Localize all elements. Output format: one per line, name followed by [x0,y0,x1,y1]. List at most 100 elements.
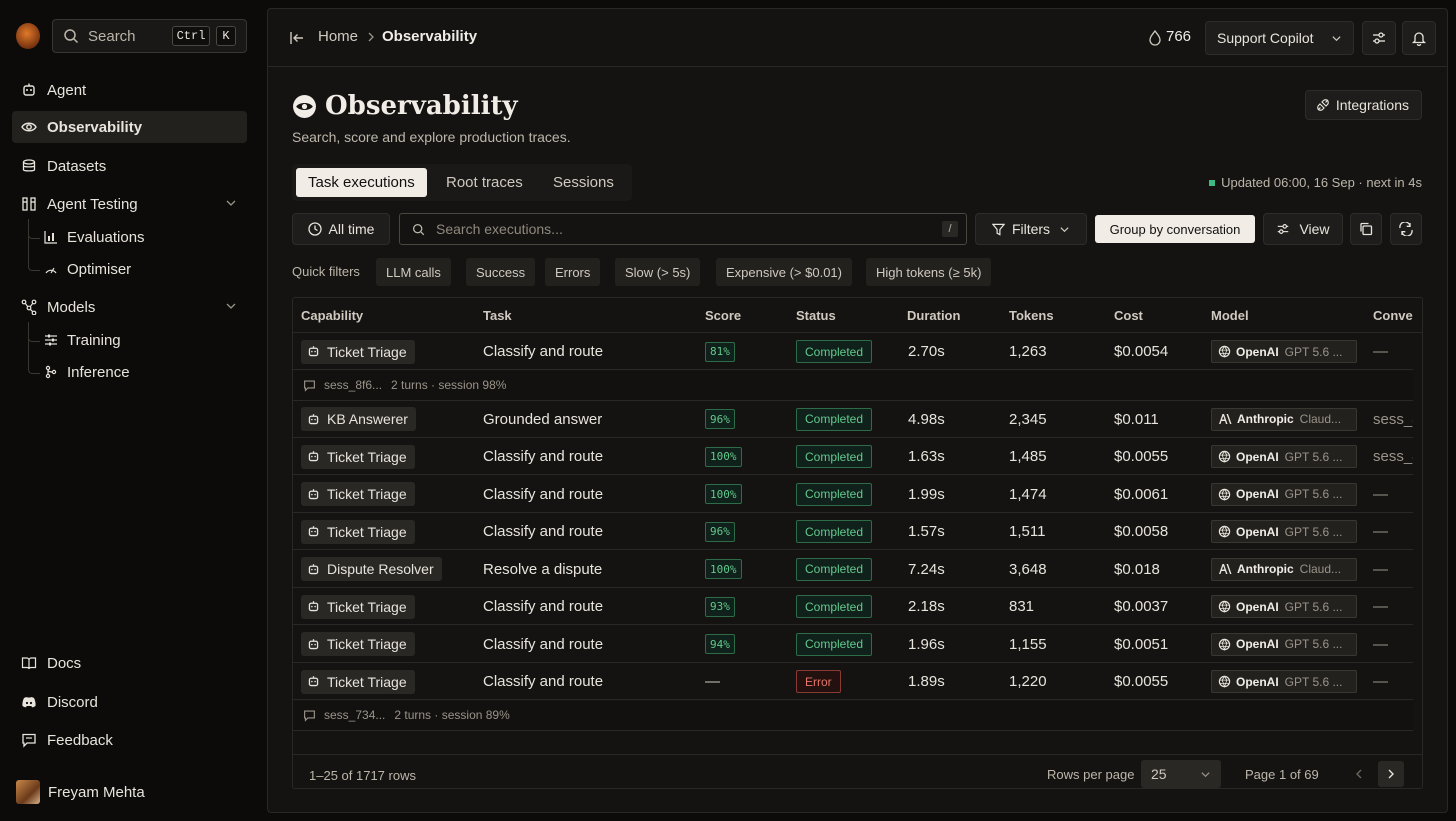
nav-datasets[interactable]: Datasets [12,150,247,182]
table-row[interactable]: Ticket Triage Classify and route 100% Compl… [293,438,1413,475]
table-row[interactable]: Dispute Resolver Resolve a dispute 100% Com… [293,551,1413,588]
sliders-icon [1371,30,1387,46]
capability-tag[interactable]: Ticket Triage [301,632,415,656]
nav-training[interactable]: Training [44,327,121,353]
column-header-tokens[interactable]: Tokens [1009,308,1054,323]
plug-icon [1316,98,1330,112]
table-row[interactable]: Ticket Triage Classify and route 94% Comple… [293,626,1413,663]
nav-models[interactable]: Models [12,291,247,323]
capability-tag[interactable]: KB Answerer [301,407,416,431]
conversation-value: — [1373,673,1388,690]
capability-tag[interactable]: Dispute Resolver [301,557,442,581]
group-by-conversation-toggle[interactable]: Group by conversation [1095,215,1255,243]
nav-docs[interactable]: Docs [12,647,247,679]
nav-models-label: Models [47,298,96,316]
column-header-cost[interactable]: Cost [1114,308,1143,323]
column-header-capability[interactable]: Capability [301,308,363,323]
model-tag[interactable]: OpenAI GPT 5.6 ... [1211,340,1357,363]
tab-root-traces[interactable]: Root traces [434,168,535,197]
refresh-button[interactable] [1390,213,1422,245]
git-merge-icon [44,365,60,379]
model-tag[interactable]: OpenAI GPT 5.6 ... [1211,670,1357,693]
model-tag[interactable]: Anthropic Claud... [1211,407,1357,431]
nav-agent-label: Agent [47,81,87,99]
table-row[interactable]: Ticket Triage Classify and route 96% Comple… [293,513,1413,550]
capability-tag[interactable]: Ticket Triage [301,669,415,694]
table-row[interactable]: Ticket Triage Classify and route — Error 1.8… [293,663,1413,700]
tokens-value: 3,648 [1009,560,1047,578]
tab-sessions[interactable]: Sessions [541,168,626,197]
status-badge: Completed [796,340,873,363]
nav-evaluations[interactable]: Evaluations [44,224,145,250]
settings-button[interactable] [1362,21,1396,55]
capability-name: Ticket Triage [327,673,407,690]
model-name: GPT 5.6 ... [1284,599,1343,614]
column-header-status[interactable]: Status [796,308,836,323]
nav-feedback[interactable]: Feedback [12,724,247,756]
capability-tag[interactable]: Ticket Triage [301,339,415,364]
integrations-button[interactable]: Integrations [1304,90,1422,120]
chevron-down-icon[interactable] [225,300,237,312]
quick-filter-expensive[interactable]: Expensive (> $0.01) [716,258,852,286]
nav-agent[interactable]: Agent [12,74,247,106]
capability-tag[interactable]: Ticket Triage [301,519,415,544]
quick-filter-high-tokens[interactable]: High tokens (≥ 5k) [866,258,992,286]
avatar [16,780,40,804]
nav-optimiser[interactable]: Optimiser [44,256,131,282]
nav-observability[interactable]: Observability [12,111,247,143]
filters-button[interactable]: Filters [975,213,1087,245]
openai-icon [1218,638,1231,651]
model-tag[interactable]: OpenAI GPT 5.6 ... [1211,445,1357,468]
session-group-row[interactable]: sess_734... 2 turns · session 89% [293,700,1413,731]
model-tag[interactable]: Anthropic Claud... [1211,557,1357,581]
table-row[interactable]: KB Answerer Grounded answer 96% Completed 4.… [293,401,1413,438]
model-tag[interactable]: OpenAI GPT 5.6 ... [1211,520,1357,543]
integrations-label: Integrations [1335,97,1409,113]
quick-filter-llm-calls[interactable]: LLM calls [376,258,451,286]
quick-filter-slow[interactable]: Slow (> 5s) [615,258,701,286]
copy-button[interactable] [1350,213,1382,245]
table-row[interactable]: Ticket Triage Classify and route 93% Comple… [293,588,1413,625]
global-search[interactable]: Search Ctrl K [52,19,247,53]
quick-filter-errors[interactable]: Errors [545,258,601,286]
table-row[interactable]: Ticket Triage Classify and route 81% Comple… [293,333,1413,370]
app-logo[interactable] [16,23,40,49]
capability-tag[interactable]: Ticket Triage [301,594,415,619]
chevron-left-icon [1354,769,1364,779]
previous-page-button[interactable] [1346,761,1372,787]
model-tag[interactable]: OpenAI GPT 5.6 ... [1211,595,1357,618]
session-group-row[interactable]: sess_8f6... 2 turns · session 98% [293,370,1413,401]
robot-icon [307,345,320,358]
nav-agent-testing[interactable]: Agent Testing [12,188,247,220]
column-header-score[interactable]: Score [705,308,741,323]
column-header-model[interactable]: Model [1211,308,1249,323]
model-name: GPT 5.6 ... [1284,524,1343,539]
collapse-sidebar-icon[interactable] [289,30,305,46]
chevron-down-icon[interactable] [225,197,237,209]
table-row[interactable]: Ticket Triage Classify and route 100% Compl… [293,476,1413,513]
capability-name: KB Answerer [327,411,408,427]
user-profile[interactable]: Freyam Mehta [16,780,145,804]
capability-tag[interactable]: Ticket Triage [301,482,415,506]
rows-per-page-select[interactable]: 25 [1141,760,1221,788]
model-tag[interactable]: OpenAI GPT 5.6 ... [1211,482,1357,506]
column-header-conversation[interactable]: Conver [1373,308,1413,323]
next-page-button[interactable] [1378,761,1404,787]
quick-filter-success[interactable]: Success [466,258,536,286]
model-tag[interactable]: OpenAI GPT 5.6 ... [1211,632,1357,656]
breadcrumb-home[interactable]: Home [318,28,358,45]
time-range-button[interactable]: All time [292,213,390,245]
view-button[interactable]: View [1263,213,1343,245]
column-header-duration[interactable]: Duration [907,308,960,323]
column-header-task[interactable]: Task [483,308,512,323]
model-provider: OpenAI [1236,637,1279,651]
discord-icon [20,694,38,710]
nav-inference[interactable]: Inference [44,359,130,385]
nav-discord[interactable]: Discord [12,686,247,718]
execution-search-input[interactable]: Search executions... / [399,213,967,245]
tab-task-executions[interactable]: Task executions [296,168,427,197]
notifications-button[interactable] [1402,21,1436,55]
agent-select[interactable]: Support Copilot [1205,21,1354,55]
capability-tag[interactable]: Ticket Triage [301,444,415,469]
openai-icon [1218,675,1231,688]
